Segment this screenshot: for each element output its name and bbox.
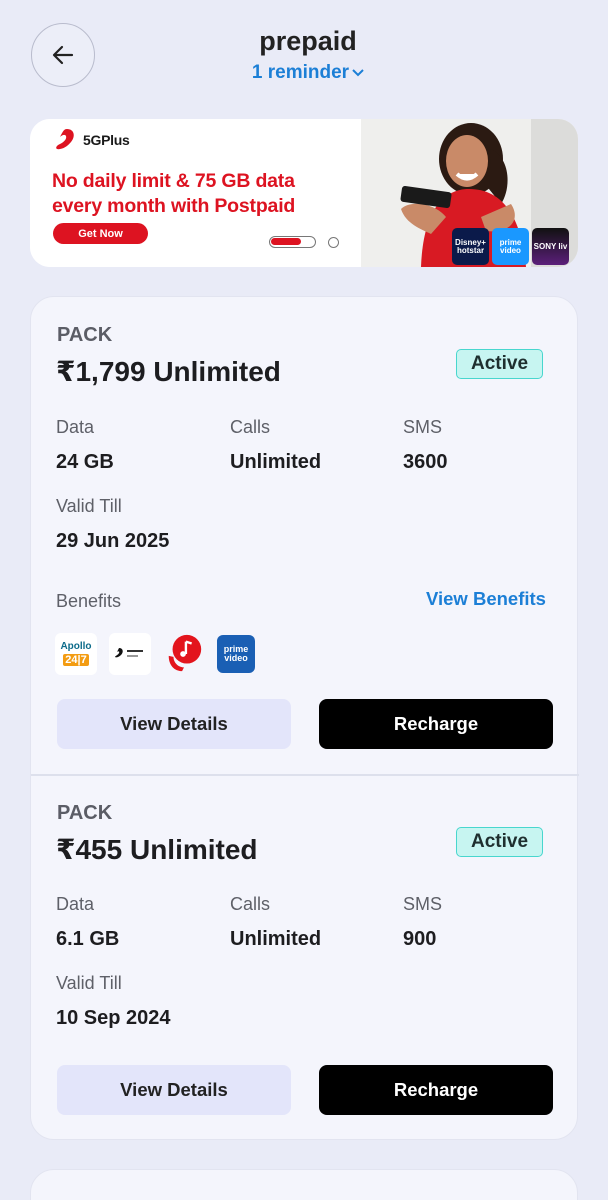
page-title: prepaid (259, 26, 357, 56)
recharge-button[interactable]: Recharge (319, 699, 553, 749)
carousel-indicator[interactable] (269, 236, 339, 248)
view-benefits-link[interactable]: View Benefits (426, 588, 546, 610)
calls-label: Calls (230, 417, 271, 437)
brand-5gplus: 5GPlus (83, 132, 130, 148)
valid-till-value: 29 Jun 2025 (56, 530, 170, 552)
status-badge: Active (456, 827, 543, 857)
status-badge: Active (456, 349, 543, 379)
sony-liv-icon: SONY liv (532, 228, 569, 265)
banner-image: Disney+ hotstar prime video SONY liv (361, 119, 578, 267)
pack-name: ₹455 Unlimited (56, 834, 258, 865)
chevron-down-icon (352, 62, 364, 84)
recharge-button[interactable]: Recharge (319, 1065, 553, 1115)
brand-row: 5GPlus (51, 125, 130, 155)
xstream-play-icon[interactable] (109, 633, 151, 675)
next-card-peek (30, 1169, 578, 1200)
hotstar-icon: Disney+ hotstar (452, 228, 489, 265)
data-label: Data (56, 894, 95, 914)
carousel-dot-active[interactable] (269, 236, 316, 248)
carousel-dot[interactable] (328, 236, 339, 248)
calls-value: Unlimited (230, 928, 322, 950)
pack-label: PACK (57, 802, 113, 824)
wynk-music-icon[interactable] (163, 633, 205, 675)
airtel-logo-icon (56, 129, 74, 150)
sms-value: 900 (403, 928, 437, 950)
pack-name: ₹1,799 Unlimited (56, 356, 281, 387)
pack-label: PACK (57, 324, 113, 346)
headline-line-1: No daily limit & 75 GB data (52, 170, 295, 192)
banner-content: 5GPlus No daily limit & 75 GB data every… (30, 119, 370, 267)
data-value: 6.1 GB (56, 928, 120, 950)
data-label: Data (56, 417, 95, 437)
header: prepaid 1 reminder (0, 0, 608, 110)
sms-value: 3600 (403, 451, 448, 473)
sms-label: SMS (403, 894, 443, 914)
banner-headline: No daily limit & 75 GB data every month … (52, 169, 352, 219)
prime-video-icon[interactable]: prime video (217, 635, 255, 673)
ott-logos: Disney+ hotstar prime video SONY liv (452, 228, 569, 265)
valid-till-value: 10 Sep 2024 (56, 1007, 171, 1029)
sms-label: SMS (403, 417, 443, 437)
calls-value: Unlimited (230, 451, 322, 473)
prime-video-icon: prime video (492, 228, 529, 265)
view-details-button[interactable]: View Details (57, 1065, 291, 1115)
benefits-label: Benefits (56, 591, 122, 611)
reminder-label: 1 reminder (251, 62, 350, 84)
promo-banner[interactable]: 5GPlus No daily limit & 75 GB data every… (30, 119, 578, 267)
get-now-button[interactable]: Get Now (53, 223, 148, 244)
valid-till-label: Valid Till (56, 496, 122, 516)
calls-label: Calls (230, 894, 271, 914)
pack-item: PACK ₹1,799 Unlimited Active Data Calls … (31, 297, 579, 775)
apollo-24-7-icon[interactable]: Apollo 24|7 (55, 633, 97, 675)
benefit-icons: Apollo 24|7 prime video (55, 633, 255, 675)
pack-item: PACK ₹455 Unlimited Active Data Calls SM… (31, 775, 579, 1141)
reminder-dropdown[interactable]: 1 reminder (0, 62, 608, 84)
data-value: 24 GB (56, 451, 114, 473)
valid-till-label: Valid Till (56, 973, 122, 993)
view-details-button[interactable]: View Details (57, 699, 291, 749)
packs-card: PACK ₹1,799 Unlimited Active Data Calls … (30, 296, 579, 1141)
headline-line-2: every month with Postpaid (52, 195, 296, 217)
